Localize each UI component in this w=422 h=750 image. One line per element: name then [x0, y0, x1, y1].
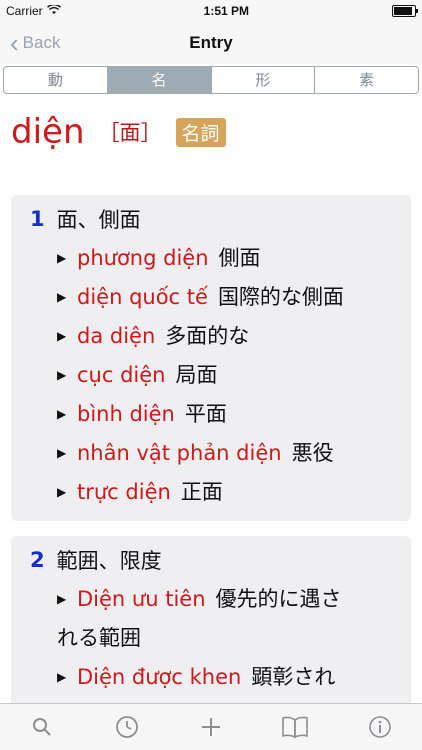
example-vietnamese: da diện: [77, 324, 156, 348]
example-vietnamese: nhân vật phản diện: [77, 441, 282, 465]
triangle-right-icon: ▶: [57, 485, 67, 499]
example-japanese: 多面的な: [165, 324, 250, 348]
example-vietnamese: diện quốc tế: [77, 285, 208, 309]
example-vietnamese: bình diện: [77, 402, 175, 426]
triangle-right-icon: ▶: [57, 446, 67, 460]
list-item[interactable]: ▶ da diện 多面的な: [11, 317, 411, 356]
sense-gloss: 面、側面: [56, 208, 141, 232]
back-label: Back: [22, 33, 61, 52]
example-japanese: 局面: [175, 363, 218, 387]
chevron-left-icon: ‹: [10, 28, 19, 58]
clock: 1:51 PM: [203, 4, 250, 18]
pos-badge: 名詞: [175, 117, 226, 147]
tab-bar: [0, 703, 422, 750]
list-item[interactable]: ▶ trực diện 正面: [11, 473, 411, 512]
page-title: Entry: [189, 33, 233, 52]
sense-card: 2 範囲、限度 ▶ Diện ưu tiên 優先的に遇さ れる範囲 ▶ Diện đ…: [11, 536, 411, 716]
triangle-right-icon: ▶: [57, 670, 67, 684]
carrier-label: Carrier: [6, 4, 43, 18]
sense-heading: 1 面、側面: [11, 195, 411, 239]
example-japanese: 顕彰され: [251, 665, 336, 689]
example-japanese-continued: れる範囲: [57, 626, 141, 650]
triangle-right-icon: ▶: [57, 407, 67, 421]
sense-card: 1 面、側面 ▶ phương diện 側面 ▶ diện quốc tế 国際的な側…: [11, 195, 411, 521]
segment-noun[interactable]: 名: [107, 67, 212, 93]
headword: diện: [11, 112, 85, 152]
triangle-right-icon: ▶: [57, 592, 67, 606]
history-icon[interactable]: [107, 707, 147, 747]
example-japanese: 国際的な側面: [217, 285, 344, 309]
example-japanese: 正面: [180, 480, 223, 504]
example-japanese: 優先的に遇さ: [215, 587, 342, 611]
list-item[interactable]: ▶ cục diện 局面: [11, 356, 411, 395]
sense-number: 2: [30, 548, 45, 572]
pos-segmented-control: 動 名 形 素: [3, 66, 419, 94]
example-vietnamese: Diện ưu tiên: [77, 587, 206, 611]
sense-gloss: 範囲、限度: [56, 549, 162, 573]
list-item[interactable]: ▶ phương diện 側面: [11, 239, 411, 278]
example-vietnamese: Diện được khen: [77, 665, 242, 689]
example-vietnamese: cục diện: [77, 363, 166, 387]
list-item[interactable]: ▶ Diện ưu tiên 優先的に遇さ: [11, 580, 411, 619]
triangle-right-icon: ▶: [57, 368, 67, 382]
status-bar: Carrier 1:51 PM: [0, 0, 422, 22]
sense-heading: 2 範囲、限度: [11, 536, 411, 580]
add-icon[interactable]: [191, 707, 231, 747]
triangle-right-icon: ▶: [57, 251, 67, 265]
example-vietnamese: trực diện: [77, 480, 171, 504]
kanji-form: ［面］: [98, 121, 162, 145]
segment-adjective[interactable]: 形: [212, 67, 316, 93]
search-icon[interactable]: [22, 707, 62, 747]
triangle-right-icon: ▶: [57, 290, 67, 304]
wifi-icon: [46, 3, 61, 18]
bookmarks-icon[interactable]: [275, 707, 315, 747]
back-button[interactable]: ‹ Back: [10, 22, 60, 64]
list-item[interactable]: ▶ bình diện 平面: [11, 395, 411, 434]
segment-verb[interactable]: 動: [4, 67, 108, 93]
segment-element[interactable]: 素: [315, 67, 418, 93]
battery-icon: [392, 5, 418, 17]
triangle-right-icon: ▶: [57, 329, 67, 343]
list-item[interactable]: ▶ diện quốc tế 国際的な側面: [11, 278, 411, 317]
entry-header: diện ［面］ 名詞: [0, 94, 422, 154]
example-japanese: 平面: [184, 402, 227, 426]
info-icon[interactable]: [360, 707, 400, 747]
example-japanese: 側面: [218, 246, 261, 270]
example-vietnamese: phương diện: [77, 246, 209, 270]
list-item[interactable]: ▶ nhân vật phản diện 悪役: [11, 434, 411, 473]
sense-number: 1: [30, 207, 45, 231]
navigation-bar: ‹ Back Entry: [0, 22, 422, 64]
list-item[interactable]: ▶ Diện được khen 顕彰され: [11, 658, 411, 697]
example-japanese: 悪役: [291, 441, 334, 465]
list-item-continuation: れる範囲: [11, 619, 411, 658]
